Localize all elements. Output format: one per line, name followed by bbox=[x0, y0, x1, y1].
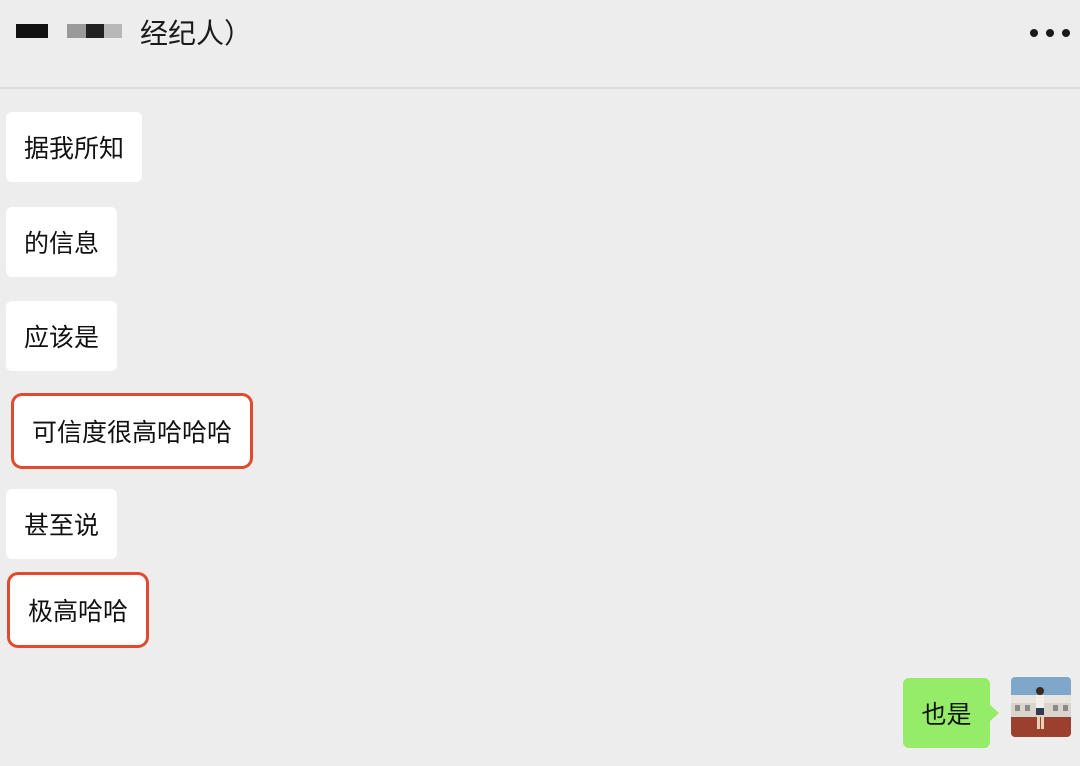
sent-message[interactable]: 也是 bbox=[903, 678, 999, 748]
received-message[interactable]: 据我所知 bbox=[6, 112, 143, 182]
avatar-image bbox=[1011, 677, 1071, 737]
message-text: 的信息 bbox=[24, 229, 100, 258]
redacted-name-block bbox=[104, 24, 122, 38]
received-message[interactable]: 甚至说 bbox=[6, 489, 118, 559]
redacted-name-block bbox=[86, 24, 104, 38]
message-text: 也是 bbox=[921, 700, 972, 729]
more-dots-icon bbox=[1046, 29, 1054, 37]
more-dots-icon bbox=[1030, 29, 1038, 37]
message-text: 极高哈哈 bbox=[28, 597, 129, 626]
message-text: 甚至说 bbox=[24, 511, 100, 540]
message-text: 据我所知 bbox=[24, 134, 125, 163]
more-dots-icon bbox=[1062, 29, 1070, 37]
redacted-name-block bbox=[67, 24, 86, 38]
received-message-highlighted[interactable]: 极高哈哈 bbox=[10, 575, 147, 645]
message-text: 可信度很高哈哈哈 bbox=[32, 418, 233, 447]
more-options-button[interactable] bbox=[1030, 18, 1070, 48]
received-message[interactable]: 应该是 bbox=[6, 301, 118, 371]
message-text: 应该是 bbox=[24, 323, 100, 352]
redacted-name-block bbox=[16, 24, 48, 38]
chat-title: 经纪人） bbox=[140, 17, 253, 50]
chat-header: 经纪人） bbox=[0, 0, 1080, 89]
received-message-highlighted[interactable]: 可信度很高哈哈哈 bbox=[14, 396, 251, 466]
received-message[interactable]: 的信息 bbox=[6, 207, 118, 277]
user-avatar[interactable] bbox=[1011, 677, 1071, 737]
